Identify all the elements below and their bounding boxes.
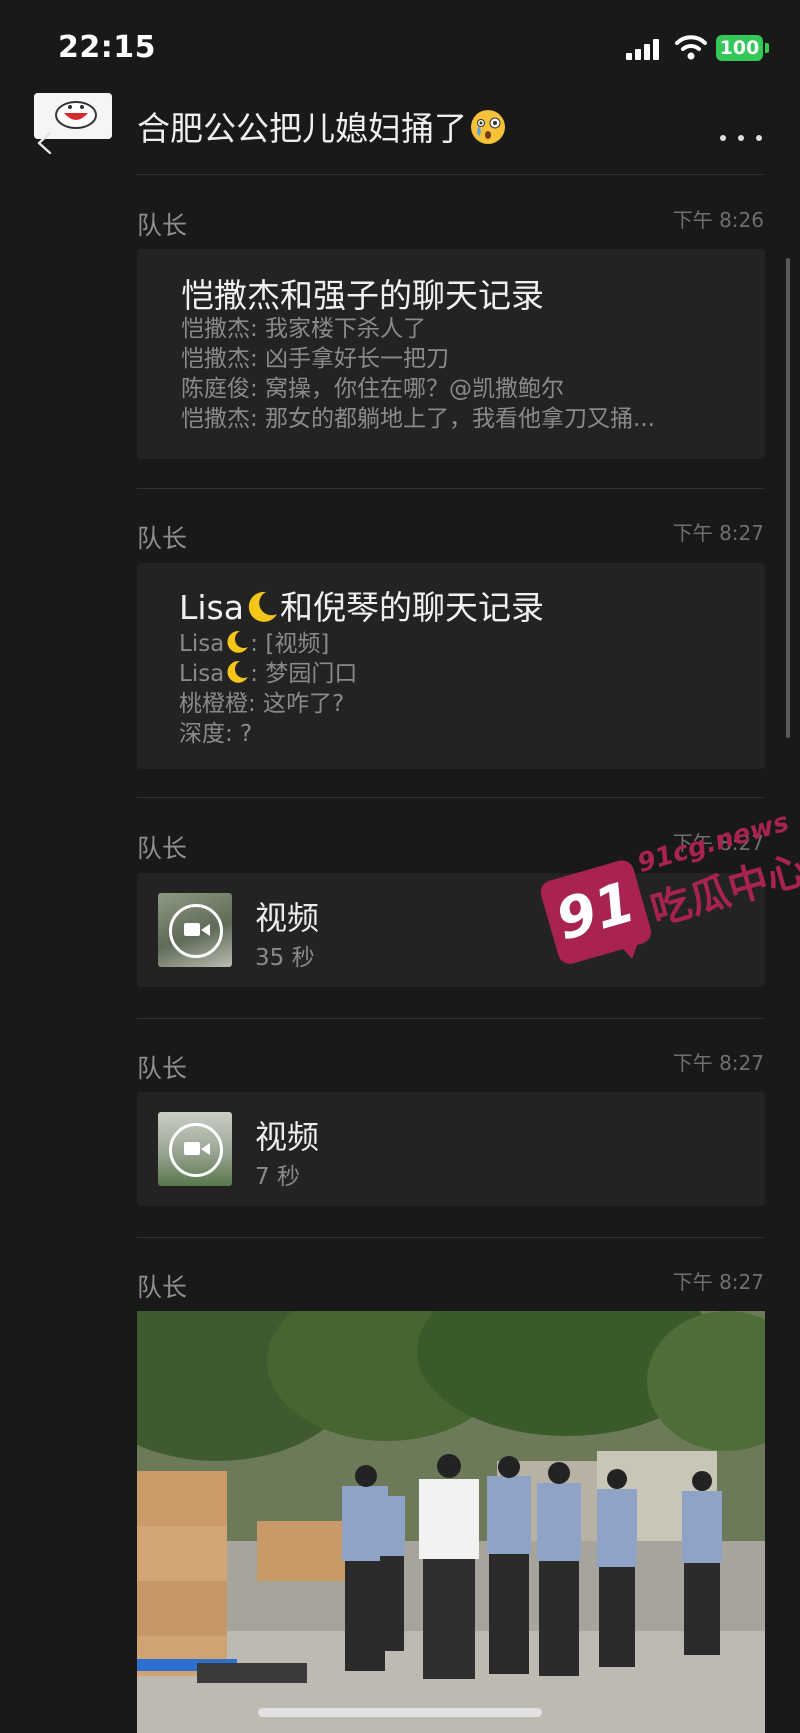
divider (137, 797, 765, 798)
chat-header: 合肥公公把儿媳妇捅了 (0, 90, 800, 175)
crying-face-emoji-icon (471, 110, 505, 144)
divider (137, 1018, 765, 1019)
chat-record-line: Lisa : [视频] (179, 629, 357, 659)
chat-record-title: Lisa 和倪琴的聊天记录 (179, 581, 544, 629)
crescent-moon-emoji-icon (227, 631, 249, 653)
more-options-icon[interactable] (720, 132, 764, 144)
chat-record-line: 恺撒杰: 我家楼下杀人了 (181, 316, 427, 342)
message-sender: 队长 (137, 524, 188, 553)
battery-icon: 100 (716, 35, 763, 61)
video-label: 视频 (255, 1118, 320, 1156)
chat-record-line-text: : [视频] (250, 631, 330, 657)
video-play-icon (169, 1123, 223, 1177)
video-label: 视频 (255, 899, 320, 937)
chat-record-preview: Lisa : [视频] Lisa : 梦园门口 桃橙橙: 这咋了? 深度: ? (179, 629, 357, 749)
message-time: 下午 8:27 (672, 1270, 764, 1294)
photo-message[interactable] (137, 1311, 765, 1733)
video-duration: 7 秒 (255, 1164, 300, 1190)
chat-record-card[interactable]: Lisa 和倪琴的聊天记录 Lisa: [视频] Lisa: 梦园门口 桃橙橙: … (137, 563, 765, 769)
chat-record-line: Lisa : 梦园门口 (179, 659, 357, 689)
chat-record-title-name: Lisa (179, 588, 244, 627)
home-indicator[interactable] (258, 1708, 542, 1717)
message-time: 下午 8:26 (672, 208, 764, 232)
crescent-moon-emoji-icon (248, 591, 277, 622)
message-sender: 队长 (137, 1273, 188, 1302)
chat-record-preview: 恺撒杰: 我家楼下杀人了 恺撒杰: 凶手拿好长一把刀 陈庭俊: 窝操，你住在哪？… (181, 314, 655, 434)
video-message-card[interactable]: 视频 7 秒 (137, 1092, 765, 1206)
chat-record-card[interactable]: 恺撒杰和强子的聊天记录 恺撒杰: 我家楼下杀人了 恺撒杰: 凶手拿好长一把刀 陈… (137, 249, 765, 459)
divider (137, 1237, 765, 1238)
status-time: 22:15 (58, 30, 156, 65)
crescent-moon-emoji-icon (227, 661, 249, 683)
video-duration: 35 秒 (255, 945, 315, 971)
chat-record-line: 桃橙橙: 这咋了? (179, 691, 345, 717)
chat-record-line-name: Lisa (179, 661, 225, 687)
chat-record-line: 恺撒杰: 凶手拿好长一把刀 (181, 346, 450, 372)
message-time: 下午 8:27 (672, 1051, 764, 1075)
chat-record-line: 深度: ? (179, 721, 253, 747)
divider (137, 174, 765, 175)
chat-record-line-name: Lisa (179, 631, 225, 657)
message-sender: 队长 (137, 1054, 188, 1083)
chat-title-text: 合肥公公把儿媳妇捅了 (137, 109, 467, 148)
chat-record-line: 陈庭俊: 窝操，你住在哪？@凯撒鲍尔 (181, 376, 565, 402)
chat-record-title-rest: 和倪琴的聊天记录 (279, 588, 544, 627)
video-thumbnail[interactable] (158, 893, 232, 967)
video-thumbnail[interactable] (158, 1112, 232, 1186)
message-sender: 队长 (137, 834, 188, 863)
battery-tip (765, 43, 769, 53)
watermark-logo: 91 91cg.news 吃瓜中心 (517, 779, 800, 1040)
chat-record-line: 恺撒杰: 那女的都躺地上了，我看他拿刀又捅... (181, 406, 655, 432)
chat-record-title: 恺撒杰和强子的聊天记录 (181, 276, 544, 315)
chat-record-line-text: : 梦园门口 (250, 661, 358, 687)
wifi-icon (675, 35, 707, 60)
divider (137, 488, 765, 489)
status-bar: 22:15 100 (0, 0, 800, 90)
video-play-icon (169, 904, 223, 958)
scrollbar[interactable] (786, 258, 790, 738)
back-chevron-icon[interactable] (34, 130, 58, 154)
chat-title[interactable]: 合肥公公把儿媳妇捅了 (137, 102, 507, 150)
cellular-signal-icon (626, 38, 664, 60)
message-time: 下午 8:27 (672, 521, 764, 545)
message-sender: 队长 (137, 211, 188, 240)
